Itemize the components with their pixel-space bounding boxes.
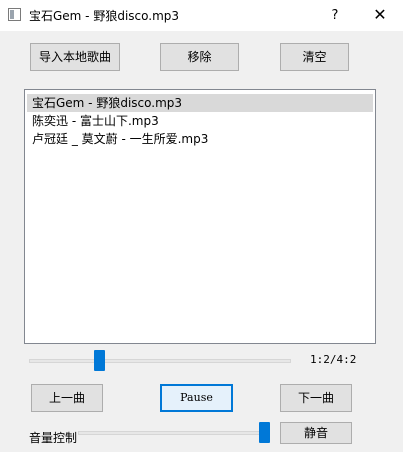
volume-handle[interactable]	[259, 422, 270, 443]
volume-track	[78, 431, 270, 435]
time-readout: 1:2/4:2	[310, 353, 357, 366]
next-track-button[interactable]: 下一曲	[280, 384, 352, 412]
previous-track-button[interactable]: 上一曲	[31, 384, 103, 412]
pause-button[interactable]: Pause	[160, 384, 233, 412]
playlist[interactable]: 宝石Gem - 野狼disco.mp3 陈奕迅 - 富士山下.mp3 卢冠廷 _…	[24, 89, 376, 344]
playlist-item[interactable]: 宝石Gem - 野狼disco.mp3	[27, 94, 373, 112]
mute-button[interactable]: 静音	[280, 422, 352, 444]
clear-button[interactable]: 清空	[280, 43, 349, 71]
progress-slider[interactable]	[29, 350, 291, 372]
title-bar: 宝石Gem - 野狼disco.mp3 ? ✕	[0, 0, 403, 31]
progress-handle[interactable]	[94, 350, 105, 371]
volume-slider[interactable]	[78, 422, 270, 444]
playlist-item[interactable]: 陈奕迅 - 富士山下.mp3	[27, 112, 373, 130]
volume-label: 音量控制	[29, 431, 78, 445]
playlist-item[interactable]: 卢冠廷 _ 莫文蔚 - 一生所爱.mp3	[27, 130, 373, 148]
help-button[interactable]: ?	[324, 0, 346, 31]
import-local-songs-button[interactable]: 导入本地歌曲	[30, 43, 120, 71]
app-window-icon	[8, 8, 21, 21]
window-title: 宝石Gem - 野狼disco.mp3	[29, 9, 180, 23]
remove-button[interactable]: 移除	[160, 43, 239, 71]
progress-track	[29, 359, 291, 363]
close-button[interactable]: ✕	[360, 0, 400, 31]
